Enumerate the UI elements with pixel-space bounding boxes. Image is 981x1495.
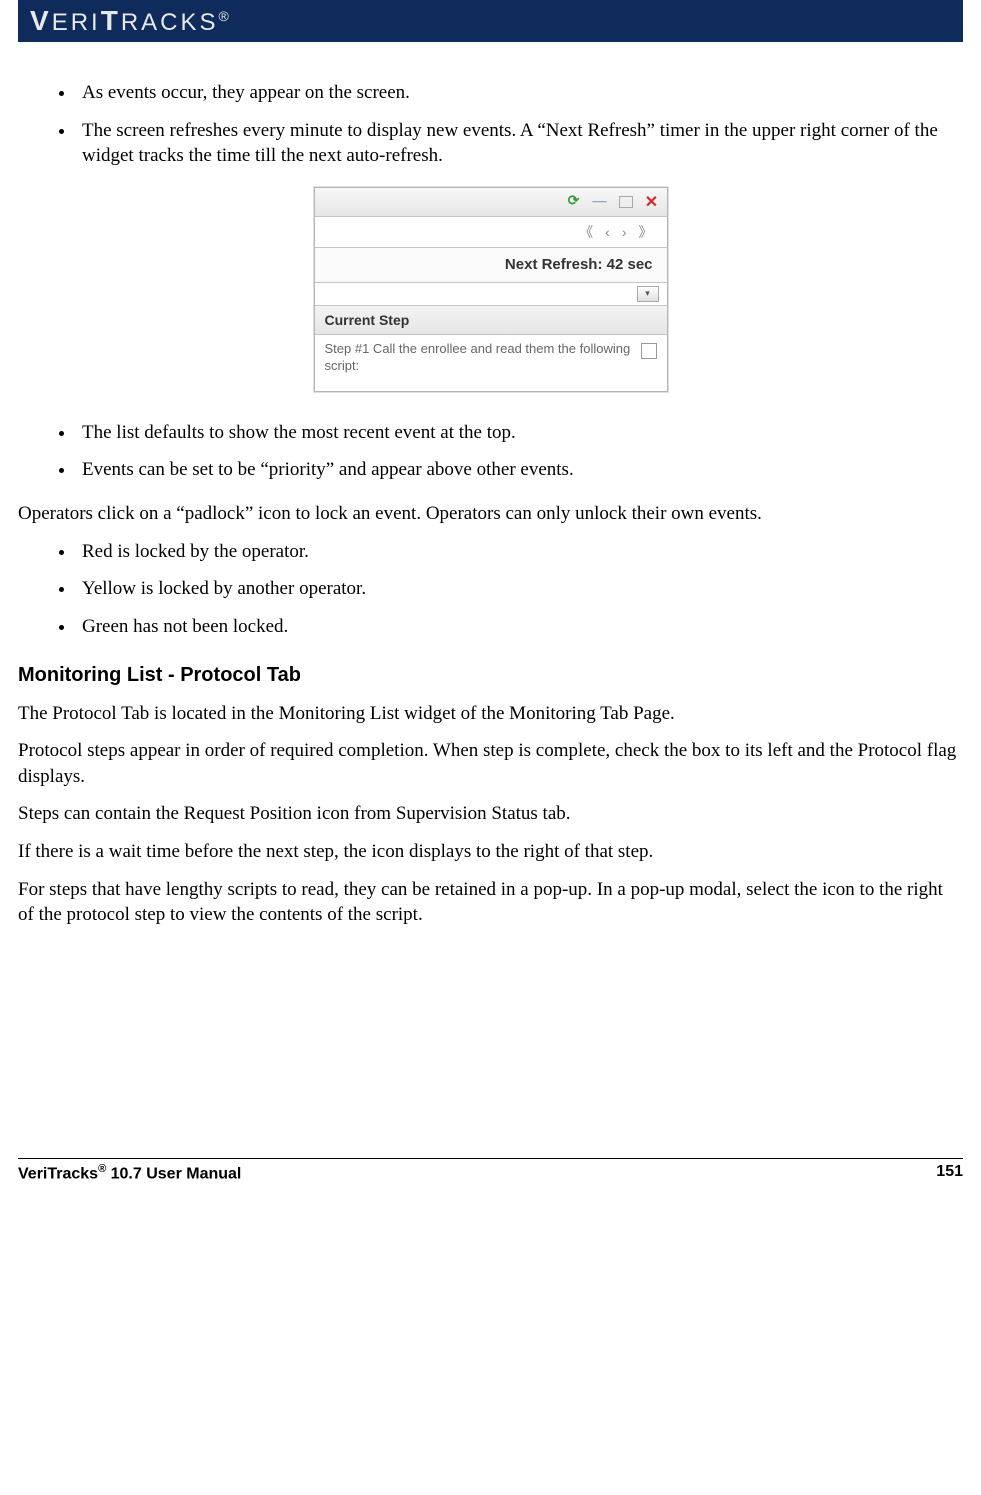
step-text: Step #1 Call the enrollee and read them …: [325, 341, 631, 375]
minimize-icon[interactable]: —: [591, 193, 609, 211]
close-icon[interactable]: ✕: [643, 193, 661, 211]
list-item: As events occur, they appear on the scre…: [76, 80, 963, 106]
widget-dropdown-row: ▾: [315, 283, 667, 306]
body-paragraph: For steps that have lengthy scripts to r…: [18, 877, 963, 928]
footer-left: VeriTracks® 10.7 User Manual: [18, 1163, 241, 1183]
nav-first-icon[interactable]: 《: [579, 222, 593, 242]
widget-nav: 《 ‹ › 》: [315, 217, 667, 248]
section-heading: Monitoring List - Protocol Tab: [18, 664, 963, 687]
body-paragraph: The Protocol Tab is located in the Monit…: [18, 701, 963, 727]
current-step-header: Current Step: [315, 306, 667, 335]
page-footer: VeriTracks® 10.7 User Manual 151: [18, 1163, 963, 1183]
next-refresh-label: Next Refresh: 42 sec: [315, 248, 667, 283]
bullet-list-top: As events occur, they appear on the scre…: [18, 80, 963, 169]
list-item: Events can be set to be “priority” and a…: [76, 457, 963, 483]
step-row: Step #1 Call the enrollee and read them …: [315, 335, 667, 391]
footer-rule: [18, 1158, 963, 1159]
nav-last-icon[interactable]: 》: [639, 222, 653, 242]
maximize-icon[interactable]: [617, 193, 635, 211]
padlock-paragraph: Operators click on a “padlock” icon to l…: [18, 501, 963, 527]
list-item: The list defaults to show the most recen…: [76, 420, 963, 446]
list-item: The screen refreshes every minute to dis…: [76, 118, 963, 169]
body-paragraph: Protocol steps appear in order of requir…: [18, 738, 963, 789]
brand-logo: VERITRACKS®: [30, 5, 229, 37]
body-paragraph: Steps can contain the Request Position i…: [18, 801, 963, 827]
bullet-list-locks: Red is locked by the operator. Yellow is…: [18, 539, 963, 640]
widget-screenshot: ⟳ — ✕ 《 ‹ › 》 Next Refresh: 42 sec ▾ Cur…: [314, 187, 668, 392]
header-band: VERITRACKS®: [18, 0, 963, 42]
nav-next-icon[interactable]: ›: [622, 224, 627, 240]
nav-prev-icon[interactable]: ‹: [605, 224, 610, 240]
step-checkbox[interactable]: [641, 343, 657, 359]
body-paragraph: If there is a wait time before the next …: [18, 839, 963, 865]
figure-wrap: ⟳ — ✕ 《 ‹ › 》 Next Refresh: 42 sec ▾ Cur…: [18, 187, 963, 392]
list-item: Yellow is locked by another operator.: [76, 576, 963, 602]
refresh-icon[interactable]: ⟳: [565, 193, 583, 211]
dropdown-toggle-icon[interactable]: ▾: [637, 286, 659, 302]
footer-page-number: 151: [936, 1163, 963, 1183]
bullet-list-mid: The list defaults to show the most recen…: [18, 420, 963, 483]
widget-titlebar: ⟳ — ✕: [315, 188, 667, 217]
list-item: Red is locked by the operator.: [76, 539, 963, 565]
list-item: Green has not been locked.: [76, 614, 963, 640]
